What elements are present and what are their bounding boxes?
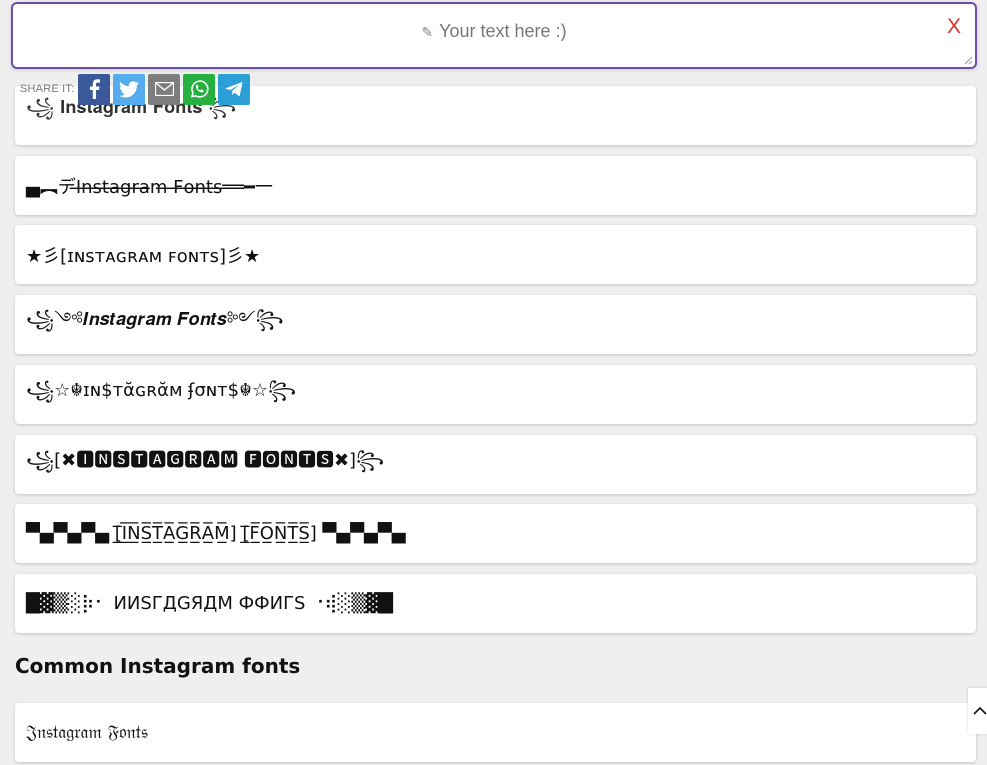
text-input-placeholder: ✎ Your text here :) xyxy=(421,21,567,41)
font-result-card[interactable]: ꧁[✖🅸🅽🆂🆃🅰🅶🆁🅰🅼 🅵🅾🅽🆃🆂✖]꧂ xyxy=(15,435,976,494)
font-result-text: ꧁☆☬ɪɴ$ᴛᾰɢʀᾰᴍ ʄσɴᴛ$☬☆꧂ xyxy=(26,379,297,401)
facebook-icon xyxy=(90,79,101,99)
chevron-up-icon xyxy=(973,706,987,715)
font-result-text: ꧁༺𝑰𝒏𝒔𝒕𝒂𝒈𝒓𝒂𝒎 𝑭𝒐𝒏𝒕𝒔༻꧂ xyxy=(26,308,284,330)
font-result-text: ꧁[✖🅸🅽🆂🆃🅰🅶🆁🅰🅼 🅵🅾🅽🆃🆂✖]꧂ xyxy=(26,450,385,471)
whatsapp-icon xyxy=(191,80,209,98)
share-facebook-button[interactable] xyxy=(78,73,111,105)
share-whatsapp-button[interactable] xyxy=(183,73,216,105)
common-font-card[interactable]: 𝔍𝔫𝔰𝔱𝔞𝔤𝔯𝔞𝔪 𝔉𝔬𝔫𝔱𝔰 xyxy=(15,703,976,762)
font-result-text: 𝔍𝔫𝔰𝔱𝔞𝔤𝔯𝔞𝔪 𝔉𝔬𝔫𝔱𝔰 xyxy=(26,722,148,743)
font-result-text: ▀▄▀▄▀▄ [̲̅I̲̅N̲̅S̲̅T̲̅A̲̅G̲̅R̲̅A̲̅M̲̅] [… xyxy=(26,523,406,544)
twitter-icon xyxy=(119,80,140,97)
back-to-top-button[interactable] xyxy=(968,688,987,734)
share-twitter-button[interactable] xyxy=(113,73,146,105)
font-result-card[interactable]: ▀▄▀▄▀▄ [̲̅I̲̅N̲̅S̲̅T̲̅A̲̅G̲̅R̲̅A̲̅M̲̅] [… xyxy=(15,504,976,563)
font-result-text: █▓▒░⡷⠂ ИИSГДGЯДM ФФИГS ⠐⢾░▒▓█ xyxy=(26,593,393,614)
share-bar: SHARE IT: xyxy=(20,73,253,105)
font-result-card[interactable]: ꧁༺𝑰𝒏𝒔𝒕𝒂𝒈𝒓𝒂𝒎 𝑭𝒐𝒏𝒕𝒔༻꧂ xyxy=(15,295,976,354)
pencil-icon: ✎ xyxy=(421,24,434,40)
share-label: SHARE IT: xyxy=(20,83,75,95)
resize-grip-icon[interactable] xyxy=(964,56,973,65)
font-result-text: ▄︻デI̶n̶s̶t̶a̶g̶r̶a̶m̶ ̶F̶o̶n̶t̶s̶══━一 xyxy=(26,176,273,198)
email-icon xyxy=(154,82,174,96)
font-result-card[interactable]: ꧁☆☬ɪɴ$ᴛᾰɢʀᾰᴍ ʄσɴᴛ$☬☆꧂ xyxy=(15,365,976,424)
font-result-card[interactable]: █▓▒░⡷⠂ ИИSГДGЯДM ФФИГS ⠐⢾░▒▓█ xyxy=(15,574,976,633)
share-telegram-button[interactable] xyxy=(218,73,251,105)
clear-button[interactable]: X xyxy=(947,15,961,39)
font-result-card[interactable]: ★彡[ɪɴꜱᴛᴀɢʀᴀᴍ ꜰᴏɴᴛꜱ]彡★ xyxy=(15,225,976,284)
share-email-button[interactable] xyxy=(148,73,181,105)
telegram-icon xyxy=(225,81,243,96)
section-title: Common Instagram fonts xyxy=(15,654,301,678)
font-result-text: ★彡[ɪɴꜱᴛᴀɢʀᴀᴍ ꜰᴏɴᴛꜱ]彡★ xyxy=(26,245,261,267)
text-input[interactable]: ✎ Your text here :) X xyxy=(11,2,977,69)
font-result-card[interactable]: ▄︻デI̶n̶s̶t̶a̶g̶r̶a̶m̶ ̶F̶o̶n̶t̶s̶══━一 xyxy=(15,156,976,215)
